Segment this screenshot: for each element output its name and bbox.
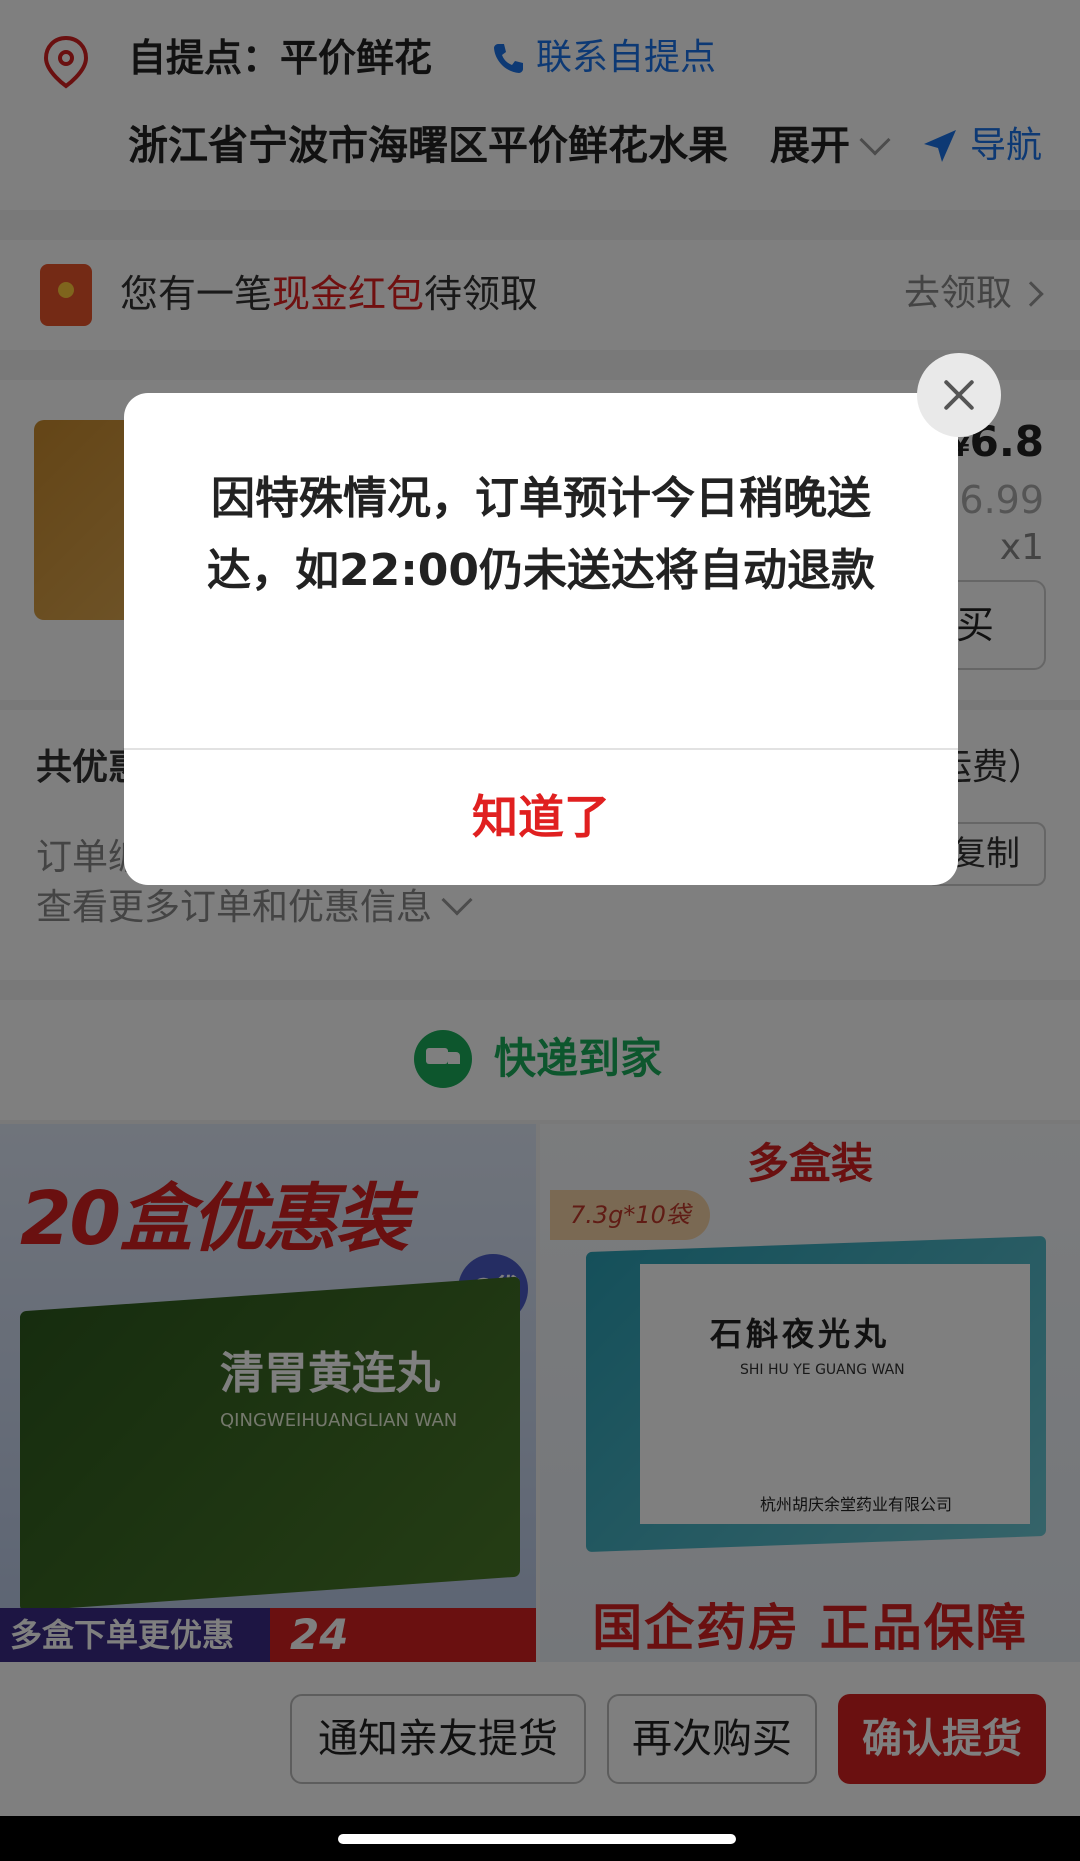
- modal-overlay[interactable]: [0, 0, 1080, 1816]
- system-navigation-bar: [0, 1816, 1080, 1861]
- home-indicator[interactable]: [338, 1834, 736, 1844]
- delivery-delay-dialog: 因特殊情况，订单预计今日稍晚送达，如22:00仍未送达将自动退款 知道了: [124, 393, 958, 885]
- dialog-message: 因特殊情况，订单预计今日稍晚送达，如22:00仍未送达将自动退款: [206, 473, 876, 596]
- dialog-ok-button[interactable]: 知道了: [124, 750, 958, 885]
- close-icon[interactable]: [917, 353, 1001, 437]
- order-detail-page: 自提点：平价鲜花 联系自提点 浙江省宁波市海曙区平价鲜花水果 展开 导航 您有一…: [0, 0, 1080, 1861]
